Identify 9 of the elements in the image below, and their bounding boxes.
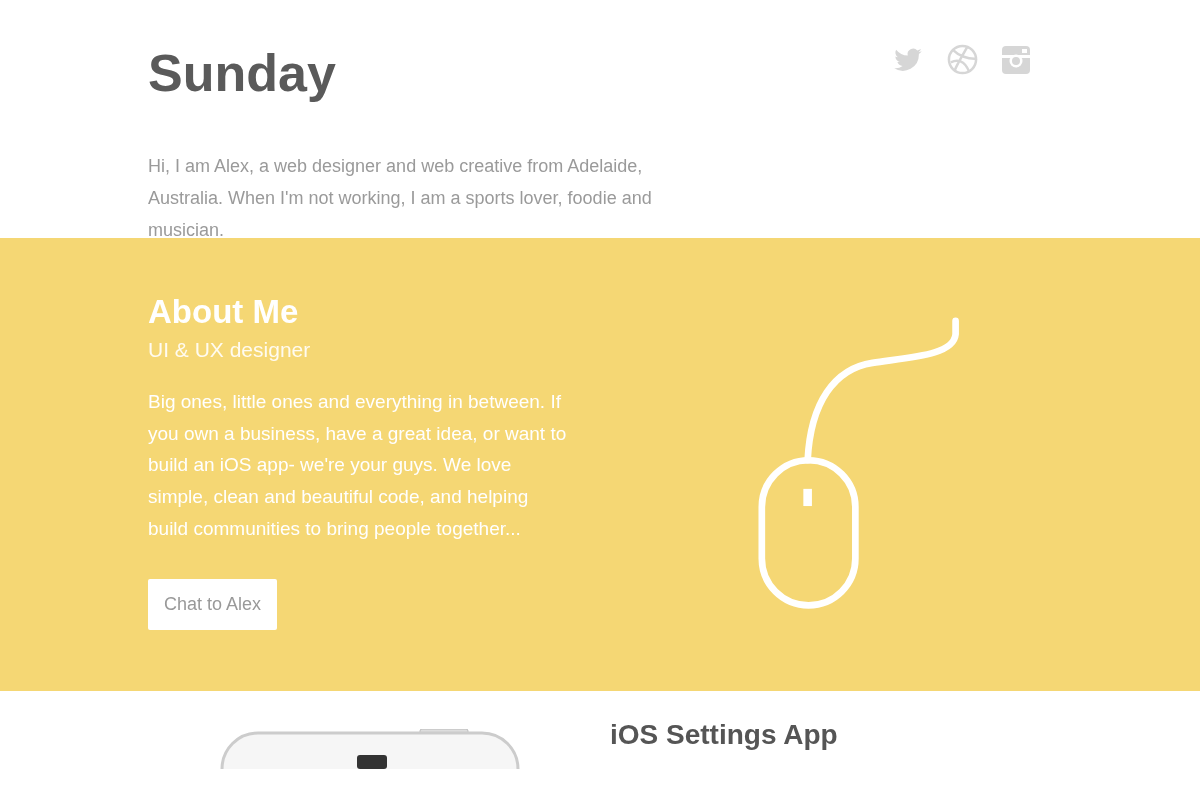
ball-icon[interactable]: [947, 44, 978, 75]
project-heading: iOS Settings App: [610, 719, 838, 751]
intro-paragraph: Hi, I am Alex, a web designer and web creative from Adelaide, Australia. When I'm not working, I am a sports lover, foodie and musician.: [148, 155, 653, 242]
site-title: Sunday: [148, 43, 336, 104]
about-subtitle: UI & UX designer: [148, 338, 312, 362]
chat-button[interactable]: Chat to Alex: [148, 578, 278, 630]
camera-icon[interactable]: [1002, 45, 1030, 74]
about-heading: About Me: [148, 292, 300, 332]
about-paragraph: Big ones, little ones and everything in between. If you own a business, have a great idea, or want to build an iOS app- we're your guys. We love simple, clean and beautiful code, and helping build communities to bring people together...: [148, 390, 568, 541]
